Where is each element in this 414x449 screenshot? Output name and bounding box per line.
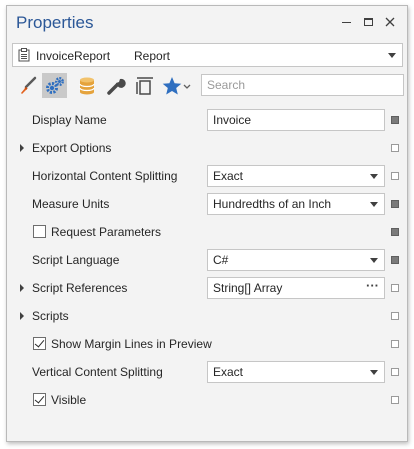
property-marker[interactable] <box>391 228 399 236</box>
horizontal-content-splitting-dropdown[interactable]: Exact <box>207 165 385 187</box>
selected-object-type: Report <box>134 49 171 63</box>
property-row-display-name: Display Name Invoice <box>7 106 407 134</box>
vertical-content-splitting-dropdown[interactable]: Exact <box>207 361 385 383</box>
database-icon <box>78 77 95 94</box>
appearance-tab-button[interactable] <box>15 73 40 98</box>
property-marker[interactable] <box>391 368 399 376</box>
property-label: Measure Units <box>32 197 110 211</box>
data-tab-button[interactable] <box>74 73 99 98</box>
maximize-icon <box>363 18 373 26</box>
star-icon <box>162 76 191 94</box>
property-label: Scripts <box>32 309 69 323</box>
expand-arrow-icon[interactable] <box>20 144 24 152</box>
property-marker[interactable] <box>391 340 399 348</box>
property-row-request-parameters: Request Parameters <box>7 218 407 246</box>
chevron-down-icon <box>388 53 396 58</box>
property-value: String[] Array <box>213 281 283 295</box>
property-label: Show Margin Lines in Preview <box>51 337 212 351</box>
title-bar: Properties <box>7 6 407 40</box>
design-tab-button[interactable] <box>103 73 128 98</box>
property-label: Display Name <box>32 113 107 127</box>
band-layout-icon <box>135 76 153 95</box>
measure-units-dropdown[interactable]: Hundredths of an Inch <box>207 193 385 215</box>
property-label: Script Language <box>32 253 120 267</box>
display-name-field[interactable]: Invoice <box>207 109 385 131</box>
minimize-icon <box>341 21 351 23</box>
chevron-down-icon[interactable] <box>370 174 378 179</box>
property-row-scripts: Scripts <box>7 302 407 330</box>
object-selector[interactable]: InvoiceReport Report <box>12 43 403 67</box>
selected-object-name: InvoiceReport <box>36 49 111 63</box>
toolbar <box>12 71 404 99</box>
ellipsis-icon[interactable]: ··· <box>366 278 379 293</box>
search-input[interactable] <box>201 74 404 96</box>
chevron-down-icon[interactable] <box>370 258 378 263</box>
script-references-field[interactable]: String[] Array ··· <box>207 277 385 299</box>
request-parameters-checkbox[interactable] <box>33 225 46 238</box>
minimize-button[interactable] <box>338 14 354 30</box>
property-row-export-options: Export Options <box>7 134 407 162</box>
maximize-button[interactable] <box>360 14 376 30</box>
window-title: Properties <box>16 13 94 32</box>
property-marker[interactable] <box>391 172 399 180</box>
visible-checkbox[interactable] <box>33 393 46 406</box>
property-value: Hundredths of an Inch <box>213 197 332 211</box>
behavior-tab-button[interactable] <box>42 73 67 98</box>
expand-arrow-icon[interactable] <box>20 284 24 292</box>
close-icon <box>385 17 395 27</box>
script-language-dropdown[interactable]: C# <box>207 249 385 271</box>
property-row-horizontal-content-splitting: Horizontal Content Splitting Exact <box>7 162 407 190</box>
property-value: Invoice <box>213 113 252 127</box>
property-row-measure-units: Measure Units Hundredths of an Inch <box>7 190 407 218</box>
property-label: Script References <box>32 281 128 295</box>
property-marker[interactable] <box>391 144 399 152</box>
property-grid: Display Name Invoice Export Options Hori… <box>7 106 407 414</box>
close-button[interactable] <box>382 14 398 30</box>
chevron-down-icon[interactable] <box>370 202 378 207</box>
property-row-vertical-content-splitting: Vertical Content Splitting Exact <box>7 358 407 386</box>
property-value: Exact <box>213 365 244 379</box>
layout-tab-button[interactable] <box>132 73 157 98</box>
property-row-show-margin-lines: Show Margin Lines in Preview <box>7 330 407 358</box>
brush-icon <box>20 76 36 94</box>
property-row-visible: Visible <box>7 386 407 414</box>
chevron-down-icon[interactable] <box>370 370 378 375</box>
property-label: Visible <box>51 393 87 407</box>
property-marker[interactable] <box>391 284 399 292</box>
favorites-dropdown-button[interactable] <box>160 73 194 98</box>
property-marker[interactable] <box>391 396 399 404</box>
property-marker[interactable] <box>391 256 399 264</box>
property-value: C# <box>213 253 229 267</box>
property-marker[interactable] <box>391 312 399 320</box>
property-label: Vertical Content Splitting <box>32 365 163 379</box>
property-row-script-references: Script References String[] Array ··· <box>7 274 407 302</box>
property-label: Horizontal Content Splitting <box>32 169 178 183</box>
report-document-icon <box>18 48 30 62</box>
wrench-icon <box>106 78 126 95</box>
property-row-script-language: Script Language C# <box>7 246 407 274</box>
properties-window: Properties InvoiceReport Report Search D… <box>6 5 408 442</box>
property-marker[interactable] <box>391 116 399 124</box>
gears-icon <box>45 76 64 94</box>
property-marker[interactable] <box>391 200 399 208</box>
property-value: Exact <box>213 169 244 183</box>
expand-arrow-icon[interactable] <box>20 312 24 320</box>
property-label: Export Options <box>32 141 112 155</box>
property-label: Request Parameters <box>51 225 162 239</box>
show-margin-lines-checkbox[interactable] <box>33 337 46 350</box>
